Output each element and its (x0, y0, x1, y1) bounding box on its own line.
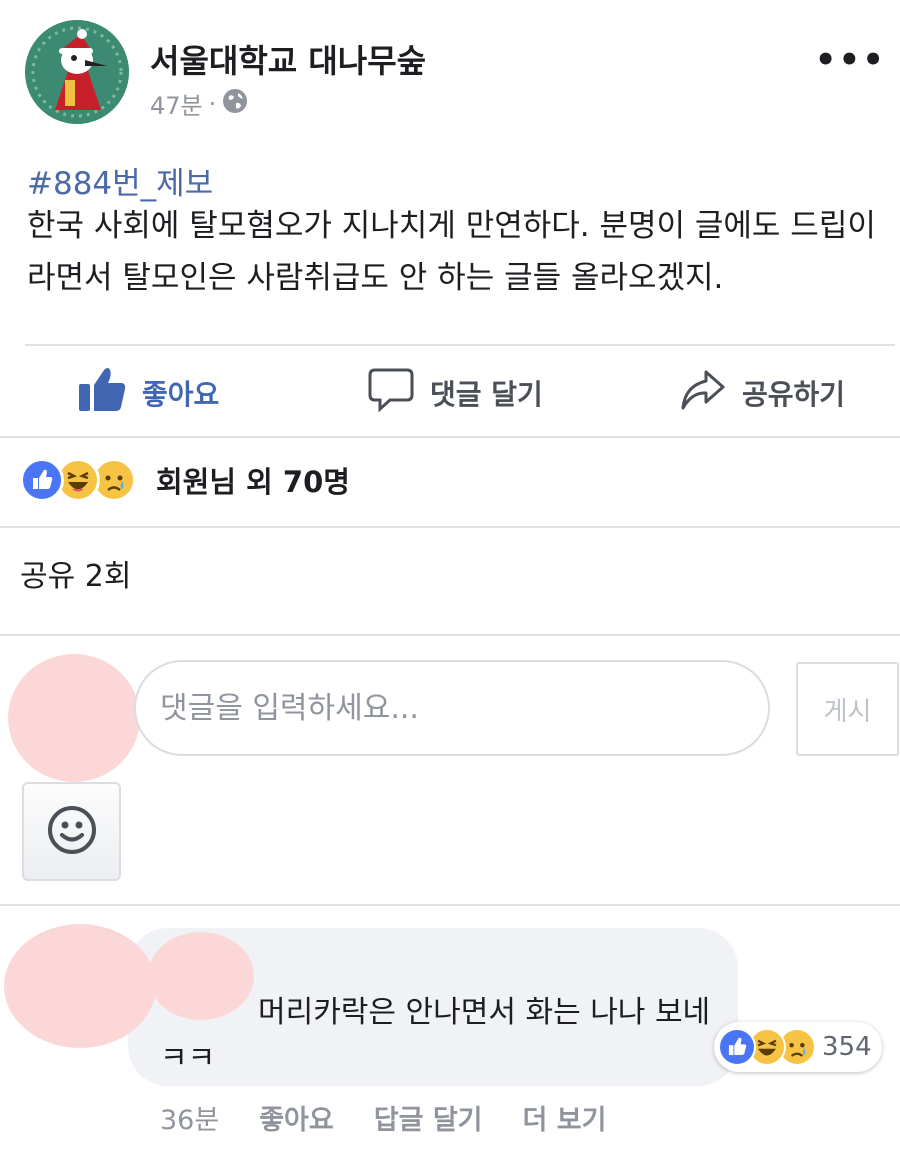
shares-count[interactable]: 공유 2회 (20, 551, 131, 595)
comment-reply-link[interactable]: 답글 달기 (374, 1098, 483, 1137)
like-button[interactable]: 좋아요 (78, 366, 219, 419)
post-body: 한국 사회에 탈모혐오가 지나치게 만연하다. 분명이 글에도 드립이라면서 탈… (27, 208, 876, 296)
comment-text: 머리카락은 안나면서 화는 나나 보네ㅋㅋ (160, 995, 711, 1076)
comment-button[interactable]: 댓글 달기 (368, 366, 543, 419)
comment-reactions[interactable]: 354 (714, 1022, 882, 1072)
like-icon (718, 1028, 756, 1066)
reactions-summary[interactable]: 회원님 외 70명 (20, 458, 350, 502)
post-comment-button[interactable]: 게시 (796, 662, 899, 756)
comment-label: 댓글 달기 (430, 377, 543, 411)
comment-like-link[interactable]: 좋아요 (259, 1098, 334, 1137)
comment-time: 36분 (160, 1105, 220, 1136)
redacted-avatar (8, 654, 140, 782)
reactions-label: 회원님 외 70명 (156, 465, 350, 499)
redacted-avatar (4, 924, 156, 1048)
share-button[interactable]: 공유하기 (680, 366, 845, 419)
divider (0, 436, 900, 438)
page-avatar[interactable] (25, 20, 129, 124)
meta-separator: · (208, 89, 217, 118)
page-name[interactable]: 서울대학교 대나무숲 (150, 36, 426, 82)
smiley-icon (46, 804, 98, 860)
divider (0, 526, 900, 528)
like-label: 좋아요 (142, 377, 220, 411)
comment-icon (368, 366, 414, 419)
thumbs-up-icon (78, 366, 126, 419)
post-hashtag[interactable]: #884번_제보 (27, 158, 213, 203)
share-label: 공유하기 (742, 377, 846, 411)
post-meta: 47분 · (150, 86, 248, 121)
post-time[interactable]: 47분 (150, 86, 203, 121)
like-icon (20, 458, 64, 502)
globe-icon (222, 88, 248, 120)
emoji-button[interactable] (22, 782, 121, 881)
divider (0, 634, 900, 636)
divider (0, 904, 900, 906)
comment-reaction-count: 354 (822, 1032, 872, 1062)
comment-meta: 36분 좋아요 답글 달기 더 보기 (160, 1098, 606, 1137)
divider (25, 344, 895, 346)
comment-more-link[interactable]: 더 보기 (523, 1098, 607, 1137)
comment-input[interactable] (134, 660, 770, 756)
more-options-icon[interactable]: ••• (815, 40, 886, 80)
share-icon (680, 366, 726, 419)
